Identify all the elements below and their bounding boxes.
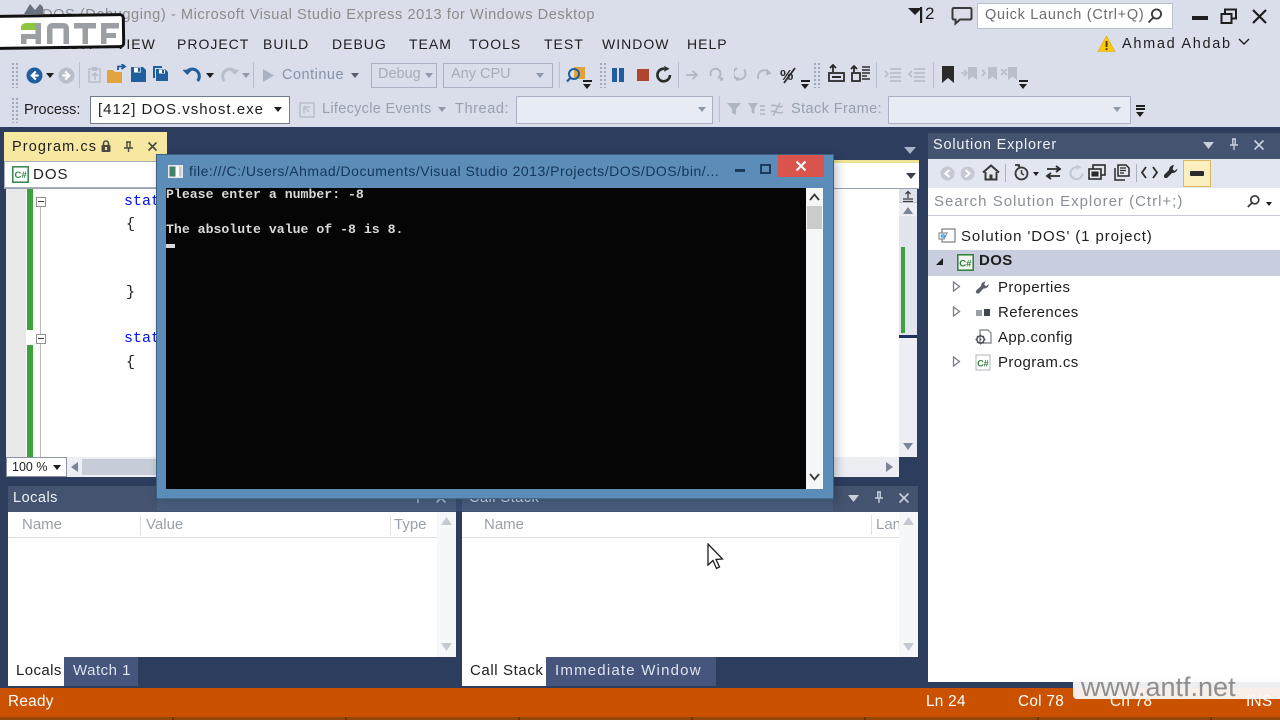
- svg-text:%: %: [780, 67, 793, 84]
- svg-text:C#: C#: [959, 259, 972, 270]
- svg-text:C#: C#: [977, 359, 989, 369]
- svg-text:C#: C#: [15, 170, 28, 181]
